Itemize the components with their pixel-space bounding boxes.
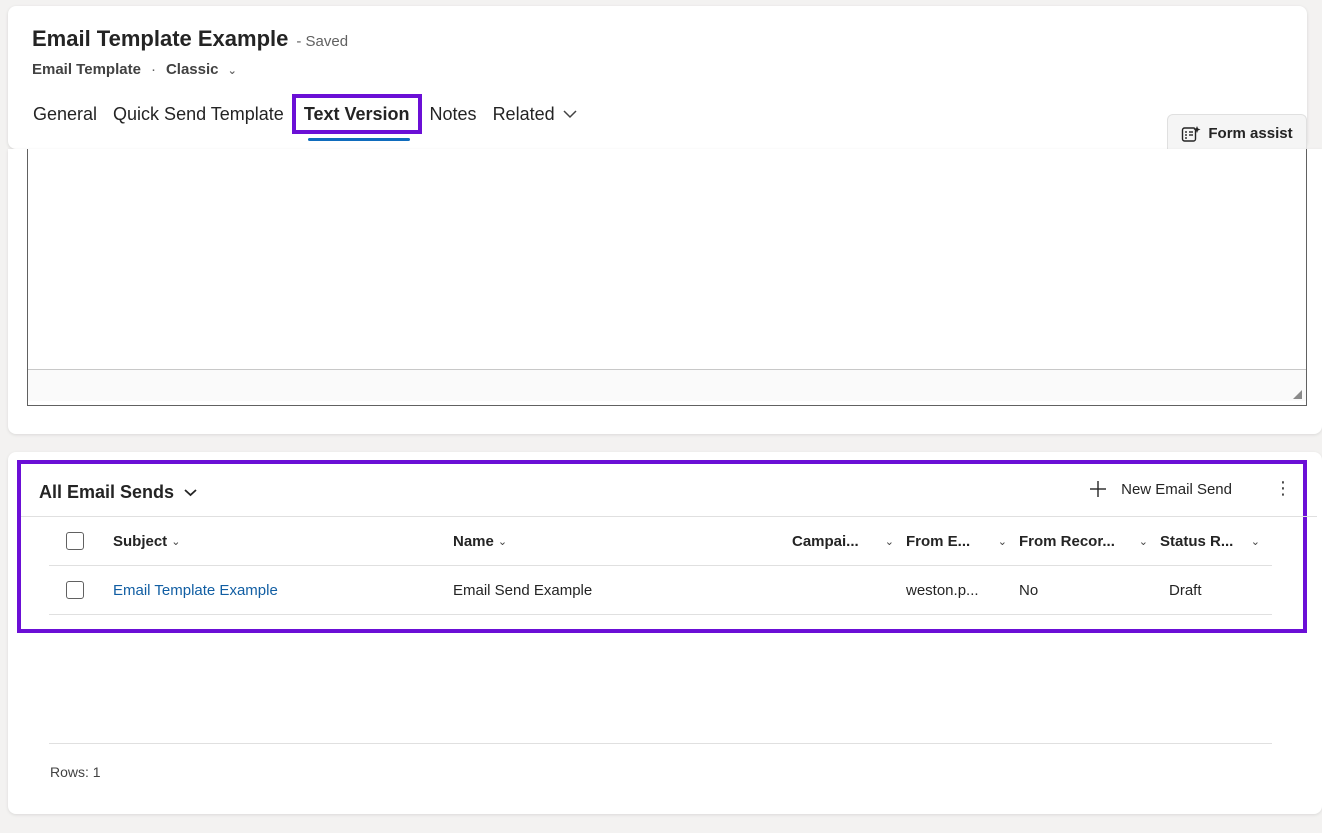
column-campaign-label: Campai... [792,532,859,550]
subject-cell: Email Template Example [113,582,453,599]
chevron-down-icon: ⌄ [227,65,237,77]
column-header-from-record[interactable]: From Recor... ⌄ [1019,533,1160,550]
tab-bar: General Quick Send Template Text Version… [25,94,585,141]
column-header-from-email[interactable]: From E... ⌄ [906,533,1019,550]
tab-text-version[interactable]: Text Version [291,94,422,141]
column-header-name[interactable]: Name ⌄ [453,533,792,550]
subject-link[interactable]: Email Template Example [113,582,278,599]
from-email-cell: weston.p... [906,581,979,599]
tab-notes[interactable]: Notes [422,94,485,134]
tab-general-label: General [33,103,98,124]
view-name-label: All Email Sends [39,481,175,502]
title-row: Email Template Example - Saved [32,26,348,52]
text-version-editor[interactable] [27,149,1307,406]
entity-name: Email Template [32,61,141,78]
tab-quick-send-template[interactable]: Quick Send Template [105,94,292,134]
email-sends-subgrid: All Email Sends New Email Send ⋮ Subject… [8,452,1322,814]
tab-quick-send-template-label: Quick Send Template [113,103,284,124]
save-status: - Saved [296,33,349,50]
form-header: Email Template Example - Saved Email Tem… [8,6,1307,152]
table-header-row: Subject ⌄ Name ⌄ Campai... ⌄ From E... ⌄ Fro… [49,517,1272,566]
tab-general[interactable]: General [25,94,105,134]
form-selector-label: Classic [165,61,219,78]
column-header-status[interactable]: Status R... ⌄ [1160,533,1272,550]
column-from-record-label: From Recor... [1019,532,1115,550]
row-checkbox[interactable] [66,581,84,599]
from-record-cell: No [1019,581,1039,599]
column-header-campaign[interactable]: Campai... ⌄ [792,533,906,550]
resize-grip-icon[interactable] [1293,390,1302,399]
text-version-section [8,149,1322,434]
footer-divider [49,743,1272,744]
column-subject-label: Subject [113,532,168,550]
rows-count: Rows: 1 [50,764,101,780]
form-assist-icon [1182,125,1201,142]
new-email-send-button[interactable]: New Email Send [1089,480,1232,498]
tab-related[interactable]: Related [485,94,585,134]
chevron-down-icon: ⌄ [1138,535,1148,548]
more-icon[interactable]: ⋮ [1274,478,1292,499]
name-cell: Email Send Example [453,581,593,599]
new-email-send-label: New Email Send [1121,480,1232,498]
row-select-cell [49,581,113,599]
status-cell: Draft [1169,581,1202,599]
column-name-label: Name [453,532,494,550]
tab-related-label: Related [492,103,555,124]
chevron-down-icon: ⌄ [884,535,894,548]
chevron-down-icon: ⌄ [497,535,508,548]
page-title: Email Template Example [32,26,289,51]
tab-text-version-label: Text Version [303,103,410,124]
subgrid-table: Subject ⌄ Name ⌄ Campai... ⌄ From E... ⌄ Fro… [49,517,1272,615]
tab-notes-label: Notes [429,103,477,124]
column-from-email-label: From E... [906,532,971,550]
view-selector[interactable]: All Email Sends [39,482,197,503]
chevron-down-icon [563,110,577,119]
separator-dot: · [150,61,156,78]
form-selector[interactable]: Classic ⌄ [166,61,237,78]
column-status-label: Status R... [1160,532,1234,550]
select-all-cell [49,532,113,550]
chevron-down-icon: ⌄ [997,535,1007,548]
chevron-down-icon [184,488,197,496]
select-all-checkbox[interactable] [66,532,84,550]
entity-subtitle: Email Template · Classic ⌄ [32,61,237,78]
form-assist-label: Form assist [1208,125,1293,142]
subgrid-toolbar: All Email Sends New Email Send ⋮ [39,478,1292,504]
table-row[interactable]: Email Template Example Email Send Exampl… [49,566,1272,615]
chevron-down-icon: ⌄ [1250,535,1260,548]
chevron-down-icon: ⌄ [171,535,181,548]
column-header-subject[interactable]: Subject ⌄ [113,533,453,550]
form-assist-button[interactable]: Form assist [1167,114,1307,152]
editor-footer [28,369,1306,401]
plus-icon [1090,481,1107,497]
